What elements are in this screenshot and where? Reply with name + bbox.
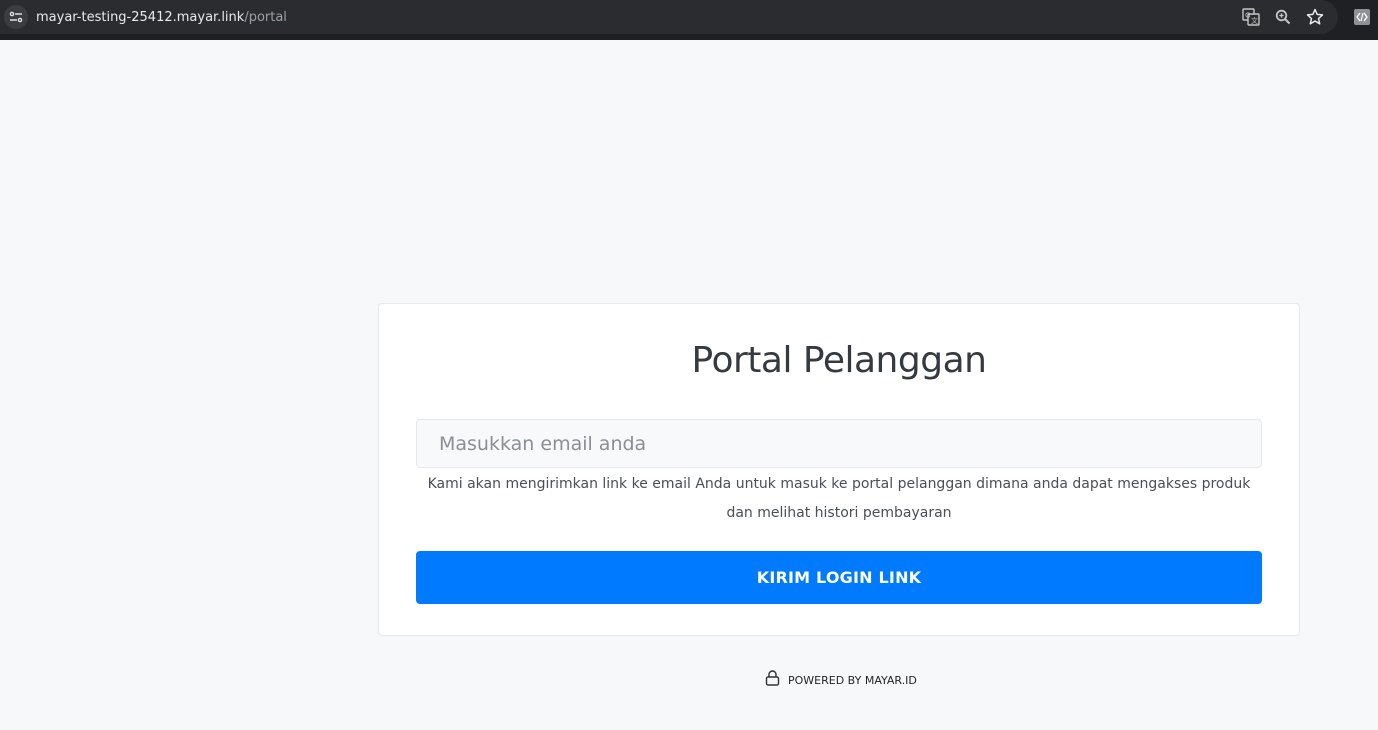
zoom-icon[interactable] — [1272, 5, 1294, 29]
login-card: Portal Pelanggan Kami akan mengirimkan l… — [378, 303, 1300, 636]
site-info-icon[interactable] — [4, 5, 28, 29]
url-host: mayar-testing-25412.mayar.link — [36, 9, 245, 25]
page-title: Portal Pelanggan — [691, 340, 987, 381]
powered-by-text: POWERED BY MAYAR.ID — [788, 673, 917, 687]
address-bar[interactable]: mayar-testing-25412.mayar.link/portal G … — [0, 0, 1338, 34]
browser-toolbar: mayar-testing-25412.mayar.link/portal G … — [0, 0, 1378, 40]
translate-icon[interactable]: G 文 — [1240, 5, 1262, 29]
extension-icon[interactable] — [1354, 9, 1370, 25]
svg-text:文: 文 — [1251, 16, 1258, 25]
svg-text:G: G — [1245, 12, 1250, 20]
bookmark-star-icon[interactable] — [1304, 5, 1326, 29]
powered-by[interactable]: POWERED BY MAYAR.ID — [765, 669, 917, 691]
send-login-link-button[interactable]: KIRIM LOGIN LINK — [416, 551, 1262, 604]
url-text[interactable]: mayar-testing-25412.mayar.link/portal — [36, 10, 287, 25]
lock-icon — [765, 669, 780, 691]
email-input[interactable] — [416, 419, 1262, 468]
url-path: /portal — [244, 9, 287, 25]
helper-text: Kami akan mengirimkan link ke email Anda… — [427, 476, 1251, 521]
